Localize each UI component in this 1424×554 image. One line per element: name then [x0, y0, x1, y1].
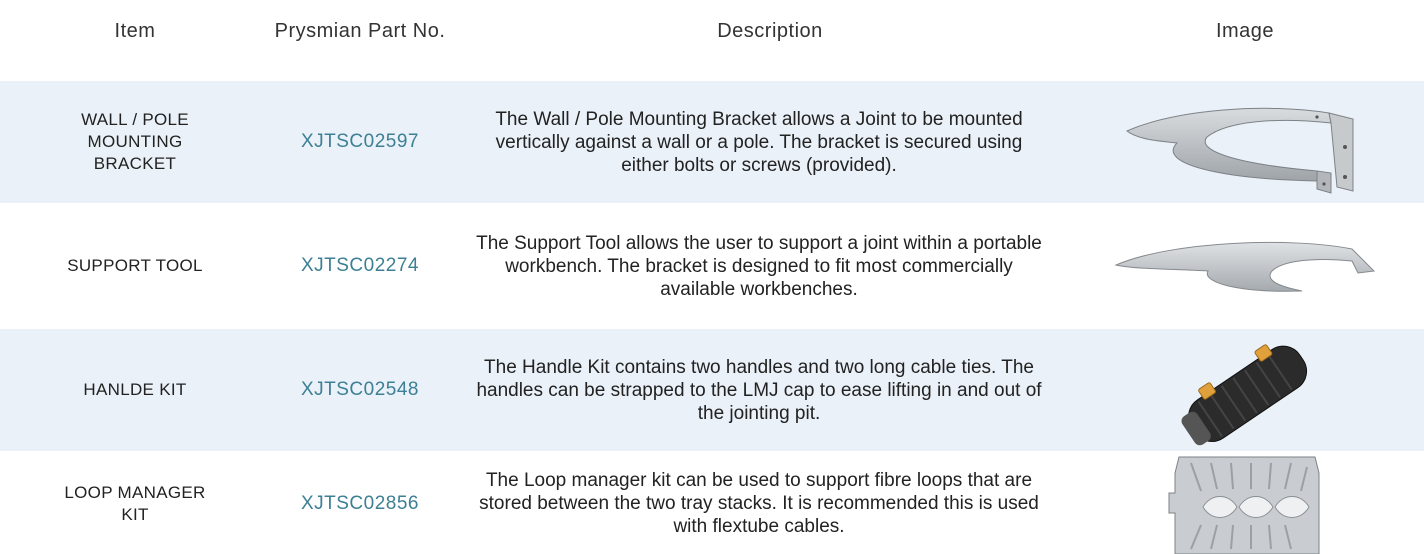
- table-row: WALL / POLE MOUNTING BRACKET XJTSC02597 …: [0, 81, 1424, 203]
- part-number-link[interactable]: XJTSC02597: [270, 81, 450, 203]
- item-description: The Loop manager kit can be used to supp…: [479, 470, 1039, 537]
- part-number-link[interactable]: XJTSC02856: [270, 453, 450, 554]
- table-row: SUPPORT TOOL XJTSC02274 The Support Tool…: [0, 205, 1424, 327]
- header-part-no: Prysmian Part No.: [274, 20, 446, 42]
- item-name: SUPPORT TOOL: [67, 256, 203, 275]
- item-description: The Handle Kit contains two handles and …: [476, 356, 1042, 424]
- loop-manager-kit-icon: [1070, 453, 1424, 554]
- wall-pole-bracket-icon: [1070, 81, 1424, 203]
- item-name: LOOP MANAGER KIT: [64, 482, 206, 524]
- support-tool-icon: [1070, 205, 1424, 327]
- header-image: Image: [1215, 20, 1275, 42]
- handle-kit-icon: [1070, 329, 1424, 451]
- header-item: Item: [114, 20, 156, 42]
- table-header: Item Prysmian Part No. Description Image: [0, 0, 1424, 78]
- accessories-table: Item Prysmian Part No. Description Image…: [0, 0, 1424, 554]
- item-description: The Support Tool allows the user to supp…: [476, 232, 1042, 300]
- header-description: Description: [717, 20, 823, 42]
- item-name: WALL / POLE MOUNTING BRACKET: [81, 110, 189, 173]
- item-description: The Wall / Pole Mounting Bracket allows …: [495, 108, 1023, 176]
- part-number-link[interactable]: XJTSC02274: [270, 205, 450, 327]
- table-row: HANLDE KIT XJTSC02548 The Handle Kit con…: [0, 329, 1424, 451]
- part-number-link[interactable]: XJTSC02548: [270, 329, 450, 451]
- table-row: LOOP MANAGER KIT XJTSC02856 The Loop man…: [0, 453, 1424, 554]
- item-name: HANLDE KIT: [83, 380, 187, 399]
